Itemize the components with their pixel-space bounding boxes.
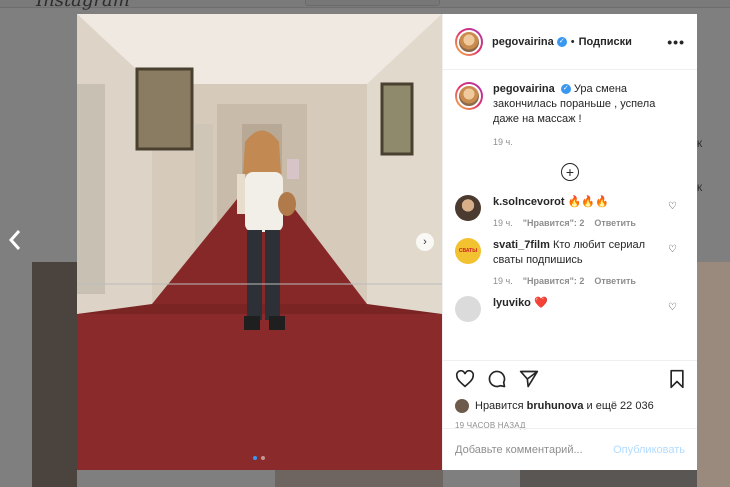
photo-illustration	[77, 14, 442, 470]
commenter-avatar[interactable]: СВАТЫ	[455, 238, 481, 264]
comment-username[interactable]: svati_7film	[493, 239, 550, 251]
background-side-text: К	[697, 139, 703, 149]
add-comment-bar: Опубликовать	[443, 428, 697, 470]
reply-button[interactable]: Ответить	[594, 276, 636, 286]
liked-by-prefix: Нравится	[475, 400, 524, 412]
load-more-comments[interactable]: +	[455, 163, 685, 181]
caption-username[interactable]: pegovairina	[493, 83, 555, 95]
post-caption: pegovairina ✓ Ура смена закончилась пора…	[455, 82, 685, 127]
carousel-dot	[253, 456, 257, 460]
author-avatar[interactable]	[455, 27, 483, 56]
post-actions: Нравится bruhunova и ещё 22 036 19 ЧАСОВ…	[443, 360, 697, 430]
more-icon[interactable]: •••	[667, 34, 685, 50]
post-modal: › pegovairina ✓ • Подписки ••• pegovairi…	[77, 14, 697, 470]
comment-likes[interactable]: "Нравится": 2	[523, 218, 585, 228]
bookmark-icon[interactable]	[669, 369, 685, 394]
heart-icon[interactable]: ♡	[668, 201, 677, 212]
background-thumbnail	[32, 262, 77, 487]
comment-input[interactable]	[455, 443, 614, 456]
commenter-avatar[interactable]	[455, 195, 481, 221]
comment-icon[interactable]	[487, 369, 507, 394]
liker-avatar	[455, 399, 469, 413]
chevron-left-icon[interactable]	[8, 228, 22, 258]
heart-icon[interactable]: ♡	[668, 302, 677, 313]
separator-dot: •	[570, 35, 575, 48]
avatar-badge: СВАТЫ	[458, 248, 478, 254]
background-thumbnail	[697, 262, 730, 487]
liked-by-user[interactable]: bruhunova	[527, 400, 584, 412]
comment-text: ❤️	[533, 297, 548, 309]
verified-icon: ✓	[556, 36, 567, 47]
publish-button[interactable]: Опубликовать	[613, 444, 685, 456]
reply-button[interactable]: Ответить	[594, 218, 636, 228]
liked-by-suffix[interactable]: и ещё 22 036	[587, 400, 654, 412]
commenter-avatar[interactable]	[455, 296, 481, 322]
caption-text: pegovairina ✓ Ура смена закончилась пора…	[493, 82, 673, 127]
carousel-dots	[253, 456, 265, 460]
share-icon[interactable]	[519, 369, 539, 394]
author-username[interactable]: pegovairina	[492, 36, 554, 48]
heart-icon[interactable]: ♡	[668, 244, 677, 255]
comment: lyuviko ❤️ ♡	[455, 296, 685, 322]
heart-icon[interactable]	[455, 369, 475, 393]
comment: СВАТЫ svati_7film Кто любит сериал сваты…	[455, 238, 685, 286]
background-side-text: К	[697, 183, 703, 193]
verified-icon: ✓	[560, 84, 571, 95]
comment-text: 🔥🔥🔥	[567, 196, 609, 208]
liked-by[interactable]: Нравится bruhunova и ещё 22 036	[455, 399, 685, 413]
comment-time: 19 ч.	[493, 218, 513, 228]
plus-circle-icon[interactable]: +	[561, 163, 579, 181]
comments-area[interactable]: pegovairina ✓ Ура смена закончилась пора…	[443, 70, 697, 360]
carousel-dot	[261, 456, 265, 460]
background-logo: Instagram	[36, 0, 130, 11]
comment-username[interactable]: lyuviko	[493, 297, 531, 309]
caption-time: 19 ч.	[493, 137, 513, 147]
post-photo[interactable]: ›	[77, 14, 442, 470]
comment-likes[interactable]: "Нравится": 2	[523, 276, 585, 286]
background-search	[305, 0, 440, 6]
post-panel: pegovairina ✓ • Подписки ••• pegovairina…	[442, 14, 697, 470]
chevron-right-icon[interactable]: ›	[416, 233, 434, 251]
comment-time: 19 ч.	[493, 276, 513, 286]
following-button[interactable]: Подписки	[579, 36, 632, 48]
post-header: pegovairina ✓ • Подписки •••	[443, 14, 697, 70]
author-avatar[interactable]	[455, 82, 483, 110]
comment-username[interactable]: k.solncevorot	[493, 196, 565, 208]
comment: k.solncevorot 🔥🔥🔥 19 ч. "Нравится": 2 От…	[455, 195, 685, 228]
